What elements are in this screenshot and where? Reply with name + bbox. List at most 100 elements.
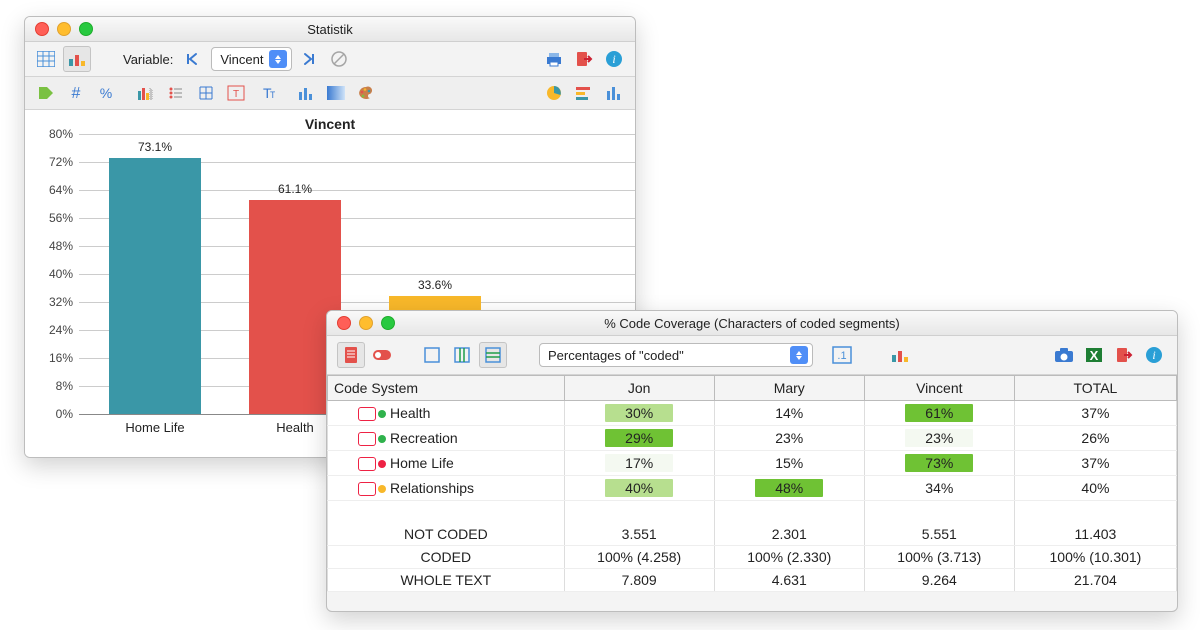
- data-cell[interactable]: 48%: [714, 476, 864, 501]
- data-cell[interactable]: 17%: [564, 451, 714, 476]
- maximize-icon[interactable]: [79, 22, 93, 36]
- export-icon[interactable]: [571, 47, 597, 71]
- display-mode-select[interactable]: Percentages of "coded": [539, 343, 813, 367]
- data-cell[interactable]: 23%: [864, 426, 1014, 451]
- grid-icon[interactable]: [193, 81, 219, 105]
- row-label[interactable]: Health: [328, 401, 565, 426]
- summary-label: WHOLE TEXT: [328, 569, 565, 592]
- row-label[interactable]: Home Life: [328, 451, 565, 476]
- clear-filter-icon[interactable]: [326, 47, 352, 71]
- bar-value-label: 33.6%: [389, 278, 481, 292]
- window-title: Statistik: [25, 22, 635, 37]
- svg-text:T: T: [233, 89, 239, 100]
- document-mode-icon[interactable]: [337, 342, 365, 368]
- data-cell[interactable]: 61%: [864, 401, 1014, 426]
- code-coverage-window: % Code Coverage (Characters of coded seg…: [326, 310, 1178, 612]
- data-cell[interactable]: 14%: [714, 401, 864, 426]
- data-cell[interactable]: 73%: [864, 451, 1014, 476]
- svg-text:i: i: [1152, 348, 1155, 362]
- close-icon[interactable]: [337, 316, 351, 330]
- code-mode-icon[interactable]: [369, 343, 395, 367]
- summary-cell: 100% (4.258): [564, 546, 714, 569]
- toolbar-main: Variable: Vincent i: [25, 42, 635, 77]
- view-single-icon[interactable]: [419, 343, 445, 367]
- maximize-icon[interactable]: [381, 316, 395, 330]
- gradient-icon[interactable]: [323, 81, 349, 105]
- y-tick-label: 56%: [33, 211, 73, 225]
- text-size-icon[interactable]: TT: [253, 81, 279, 105]
- code-icon: [358, 432, 386, 446]
- summary-cell: 100% (3.713): [864, 546, 1014, 569]
- minimize-icon[interactable]: [359, 316, 373, 330]
- data-cell[interactable]: 30%: [564, 401, 714, 426]
- table-view-icon[interactable]: [33, 47, 59, 71]
- data-cell[interactable]: 15%: [714, 451, 864, 476]
- x-tick-label: Home Life: [109, 420, 201, 435]
- excel-export-icon[interactable]: X: [1081, 343, 1107, 367]
- data-cell[interactable]: 40%: [564, 476, 714, 501]
- decimals-icon[interactable]: .1: [829, 343, 855, 367]
- variable-label: Variable:: [123, 52, 173, 67]
- svg-text:#: #: [72, 85, 81, 101]
- data-cell[interactable]: 26%: [1014, 426, 1176, 451]
- next-variable-icon[interactable]: [296, 47, 322, 71]
- palette-icon[interactable]: [353, 81, 379, 105]
- view-rows-icon[interactable]: [479, 342, 507, 368]
- data-cell[interactable]: 29%: [564, 426, 714, 451]
- vbar-icon[interactable]: [601, 81, 627, 105]
- svg-text:.1: .1: [837, 350, 846, 362]
- variable-select[interactable]: Vincent: [211, 47, 292, 71]
- chart-view-icon[interactable]: [63, 46, 91, 72]
- info-icon[interactable]: i: [601, 47, 627, 71]
- column-header[interactable]: Vincent: [864, 376, 1014, 401]
- prev-variable-icon[interactable]: [181, 47, 207, 71]
- y-tick-label: 64%: [33, 183, 73, 197]
- minimize-icon[interactable]: [57, 22, 71, 36]
- summary-cell: 3.551: [564, 523, 714, 546]
- bar-value-label: 61.1%: [249, 182, 341, 196]
- y-tick-label: 72%: [33, 155, 73, 169]
- pie-icon[interactable]: [541, 81, 567, 105]
- tag-icon[interactable]: [33, 81, 59, 105]
- export-icon[interactable]: [1111, 343, 1137, 367]
- list-icon[interactable]: [163, 81, 189, 105]
- info-icon[interactable]: i: [1141, 343, 1167, 367]
- bar: 73.1%: [109, 158, 201, 414]
- summary-row: NOT CODED3.5512.3015.55111.403: [328, 523, 1177, 546]
- table-container: Code SystemJonMaryVincentTOTALHealth30%1…: [327, 375, 1177, 592]
- column-header[interactable]: Code System: [328, 376, 565, 401]
- hbar-icon[interactable]: [571, 81, 597, 105]
- bars-plain-icon[interactable]: [293, 81, 319, 105]
- column-header[interactable]: TOTAL: [1014, 376, 1176, 401]
- code-coverage-table: Code SystemJonMaryVincentTOTALHealth30%1…: [327, 375, 1177, 592]
- print-icon[interactable]: [541, 47, 567, 71]
- chart-icon[interactable]: [887, 343, 913, 367]
- close-icon[interactable]: [35, 22, 49, 36]
- column-header[interactable]: Jon: [564, 376, 714, 401]
- y-tick-label: 8%: [33, 379, 73, 393]
- bar-value-label: 73.1%: [109, 140, 201, 154]
- row-label[interactable]: Relationships: [328, 476, 565, 501]
- view-columns-icon[interactable]: [449, 343, 475, 367]
- data-cell[interactable]: 23%: [714, 426, 864, 451]
- text-table-icon[interactable]: T: [223, 81, 249, 105]
- gridline: [79, 134, 635, 135]
- data-cell[interactable]: 34%: [864, 476, 1014, 501]
- summary-row: CODED100% (4.258)100% (2.330)100% (3.713…: [328, 546, 1177, 569]
- titlebar: % Code Coverage (Characters of coded seg…: [327, 311, 1177, 336]
- toolbar: Percentages of "coded" .1 X i: [327, 336, 1177, 375]
- data-cell[interactable]: 40%: [1014, 476, 1176, 501]
- bars-colored-icon[interactable]: [133, 81, 159, 105]
- svg-text:T: T: [270, 90, 275, 100]
- row-label[interactable]: Recreation: [328, 426, 565, 451]
- hash-icon[interactable]: #: [63, 81, 89, 105]
- percent-icon[interactable]: %: [93, 81, 119, 105]
- summary-cell: 100% (2.330): [714, 546, 864, 569]
- table-row: Relationships40%48%34%40%: [328, 476, 1177, 501]
- data-cell[interactable]: 37%: [1014, 451, 1176, 476]
- chart-title: Vincent: [25, 110, 635, 134]
- table-row: Home Life17%15%73%37%: [328, 451, 1177, 476]
- data-cell[interactable]: 37%: [1014, 401, 1176, 426]
- snapshot-icon[interactable]: [1051, 343, 1077, 367]
- column-header[interactable]: Mary: [714, 376, 864, 401]
